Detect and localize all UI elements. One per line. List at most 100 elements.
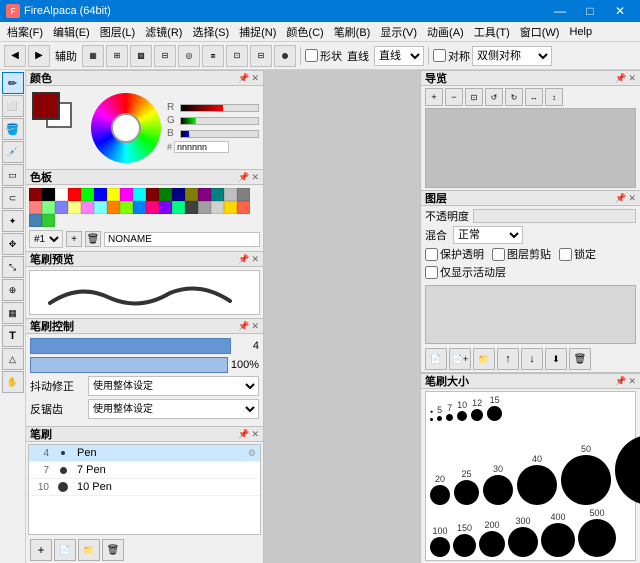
palette-cell[interactable] [185, 201, 198, 214]
toolbar-sym-check[interactable]: 对称 [433, 48, 470, 64]
nav-zoom-in[interactable]: + [425, 88, 443, 106]
bl-pin-btn[interactable]: 📌 [238, 429, 249, 440]
toolbar-ref[interactable]: ⧈ [202, 45, 224, 67]
menu-filter[interactable]: 滤镜(R) [140, 23, 187, 41]
brush-size-item[interactable]: 300 [508, 516, 538, 557]
lp-pin-btn[interactable]: 📌 [615, 193, 626, 204]
brush-size-item[interactable]: 25 [454, 469, 479, 505]
protect-cb[interactable] [425, 248, 438, 261]
palette-cell[interactable] [146, 201, 159, 214]
toolbar-back[interactable]: ◀ [4, 45, 26, 67]
palette-cell[interactable] [107, 188, 120, 201]
fg-color-swatch[interactable] [32, 92, 60, 120]
bp-pin-btn[interactable]: 📌 [238, 254, 249, 265]
menu-tool[interactable]: 工具(T) [469, 23, 515, 41]
tool-pen[interactable]: ✏ [2, 72, 24, 94]
tool-eraser[interactable]: ⬜ [2, 95, 24, 117]
opacity-slider[interactable] [473, 209, 636, 223]
brush-ctrl-buttons[interactable]: 📌 ✕ [238, 321, 259, 332]
menu-edit[interactable]: 编辑(E) [48, 23, 95, 41]
brush-size-item[interactable]: 7 [446, 403, 453, 421]
layer-down-btn[interactable]: ↓ [521, 348, 543, 370]
palette-add-btn[interactable]: + [66, 231, 82, 247]
palette-cell[interactable] [133, 188, 146, 201]
brush-opacity-slider[interactable] [30, 357, 228, 373]
canvas-area[interactable] [264, 70, 420, 563]
palette-cell[interactable] [198, 201, 211, 214]
palette-cell[interactable] [42, 214, 55, 227]
palette-cell[interactable] [185, 188, 198, 201]
tool-text[interactable]: T [2, 325, 24, 347]
palette-cell[interactable] [237, 188, 250, 201]
tool-magic[interactable]: ✦ [2, 210, 24, 232]
bc-close-btn[interactable]: ✕ [251, 321, 259, 332]
brush-gear-icon[interactable]: ⚙ [248, 448, 256, 459]
toolbar-grid2[interactable]: ⊞ [106, 45, 128, 67]
palette-cell[interactable] [159, 188, 172, 201]
palette-cell[interactable] [81, 188, 94, 201]
nav-fit[interactable]: ⊡ [465, 88, 483, 106]
tool-fill[interactable]: 🪣 [2, 118, 24, 140]
palette-cell[interactable] [146, 188, 159, 201]
tool-bucket[interactable]: ▦ [2, 302, 24, 324]
color-pin-btn[interactable]: 📌 [238, 73, 249, 84]
active-only-row[interactable]: 仅显示活动层 [425, 264, 636, 280]
palette-cell[interactable] [211, 201, 224, 214]
tool-shape[interactable]: △ [2, 348, 24, 370]
lock-checkbox[interactable] [559, 248, 572, 261]
menu-file[interactable]: 档案(F) [2, 23, 48, 41]
antialias-select[interactable]: 使用整体设定 [88, 399, 259, 419]
brush-add-btn[interactable]: + [30, 539, 52, 561]
brush-size-item[interactable]: 5 [437, 405, 442, 421]
palette-cell[interactable] [42, 188, 55, 201]
color-wheel[interactable] [91, 93, 161, 163]
brush-size-item[interactable]: 30 [483, 464, 513, 505]
tool-transform[interactable]: ⤡ [2, 256, 24, 278]
palette-cell[interactable] [224, 201, 237, 214]
maximize-button[interactable]: □ [576, 0, 604, 22]
brush-list-item[interactable]: 10 10 Pen [29, 479, 260, 496]
sym-select[interactable]: 双侧对称 [472, 46, 552, 66]
tool-select[interactable]: ▭ [2, 164, 24, 186]
palette-close-btn[interactable]: ✕ [251, 172, 259, 183]
toolbar-grid1[interactable]: ▦ [82, 45, 104, 67]
palette-cell[interactable] [68, 188, 81, 201]
color-panel-buttons[interactable]: 📌 ✕ [238, 73, 259, 84]
tool-snap[interactable]: ⊕ [2, 279, 24, 301]
palette-name[interactable]: NONAME [104, 232, 260, 247]
hex-input[interactable]: nnnnnn [174, 141, 229, 153]
palette-cell[interactable] [198, 188, 211, 201]
toolbar-dot[interactable] [274, 45, 296, 67]
brush-size-item[interactable]: 10 [457, 400, 467, 421]
palette-cell[interactable] [159, 201, 172, 214]
layer-folder-btn[interactable]: 📁 [473, 348, 495, 370]
color-close-btn[interactable]: ✕ [251, 73, 259, 84]
brush-size-item[interactable]: 500 [578, 508, 616, 557]
menu-snap[interactable]: 捕捉(N) [234, 23, 281, 41]
clip-cb[interactable] [492, 248, 505, 261]
brush-size-item[interactable]: 20 [430, 474, 450, 505]
lock-cb[interactable]: 锁定 [559, 246, 596, 262]
bl-close-btn[interactable]: ✕ [251, 429, 259, 440]
bsp-close-btn[interactable]: ✕ [628, 376, 636, 387]
menu-layer[interactable]: 图层(L) [95, 23, 140, 41]
nav-flip-h[interactable]: ↔ [525, 88, 543, 106]
bsp-pin-btn[interactable]: 📌 [615, 376, 626, 387]
brush-size-item[interactable]: 400 [541, 512, 575, 557]
palette-delete-btn[interactable]: 🗑 [85, 231, 101, 247]
menu-color[interactable]: 颜色(C) [281, 23, 328, 41]
protect-transparency-cb[interactable]: 保护透明 [425, 246, 484, 262]
nav-panel-buttons[interactable]: 📌 ✕ [615, 73, 636, 84]
brush-list-item[interactable]: 7 7 Pen [29, 462, 260, 479]
menu-select[interactable]: 选择(S) [187, 23, 234, 41]
brush-folder-btn[interactable]: 📁 [78, 539, 100, 561]
brush-size-item[interactable]: 50 [561, 444, 611, 505]
menu-window[interactable]: 窗口(W) [515, 23, 565, 41]
palette-cell[interactable] [211, 188, 224, 201]
palette-cell[interactable] [55, 188, 68, 201]
b-slider[interactable] [180, 130, 259, 138]
palette-cell[interactable] [120, 188, 133, 201]
brush-size-slider[interactable] [30, 338, 231, 354]
brush-panel-buttons[interactable]: 📌 ✕ [238, 429, 259, 440]
palette-panel-buttons[interactable]: 📌 ✕ [238, 172, 259, 183]
